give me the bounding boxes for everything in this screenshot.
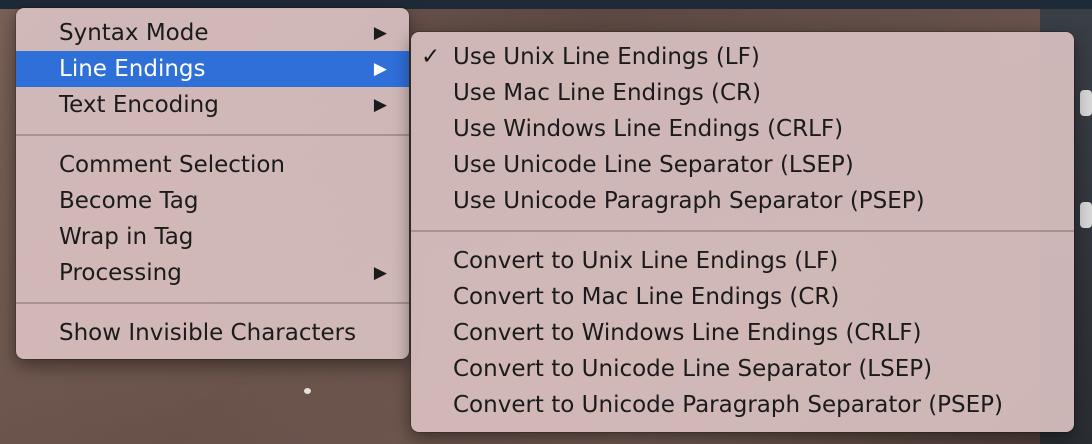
menu-item-label: Use Mac Line Endings (CR): [453, 80, 761, 106]
submenu-arrow-icon: ▶: [373, 263, 387, 283]
menu-item-label: Use Windows Line Endings (CRLF): [453, 116, 844, 142]
context-menu: Syntax Mode ▶ Line Endings ▶ Text Encodi…: [16, 8, 409, 359]
menu-item-label: Line Endings: [59, 56, 206, 82]
menu-item-label: Show Invisible Characters: [59, 320, 357, 346]
menu-item-label: Convert to Unicode Paragraph Separator (…: [453, 392, 1004, 418]
menu-item-convert-unicode-psep[interactable]: Convert to Unicode Paragraph Separator (…: [411, 387, 1074, 423]
menu-item-use-unicode-psep[interactable]: Use Unicode Paragraph Separator (PSEP): [411, 183, 1074, 219]
line-endings-submenu: ✓ Use Unix Line Endings (LF) Use Mac Lin…: [411, 32, 1074, 432]
submenu-arrow-icon: ▶: [373, 59, 387, 79]
desktop-speck: [304, 388, 311, 394]
menu-item-label: Convert to Unicode Line Separator (LSEP): [453, 356, 933, 382]
menu-item-label: Convert to Unix Line Endings (LF): [453, 248, 839, 274]
submenu-arrow-icon: ▶: [373, 23, 387, 43]
checkmark-icon: ✓: [421, 44, 441, 70]
menu-item-processing[interactable]: Processing ▶: [16, 255, 409, 291]
menu-item-label: Syntax Mode: [59, 20, 209, 46]
menu-item-label: Text Encoding: [59, 92, 219, 118]
menu-item-label: Use Unix Line Endings (LF): [453, 44, 760, 70]
menu-item-syntax-mode[interactable]: Syntax Mode ▶: [16, 15, 409, 51]
menu-item-label: Use Unicode Paragraph Separator (PSEP): [453, 188, 925, 214]
menu-item-line-endings[interactable]: Line Endings ▶: [16, 51, 409, 87]
menu-item-use-windows-crlf[interactable]: Use Windows Line Endings (CRLF): [411, 111, 1074, 147]
menu-item-use-mac-cr[interactable]: Use Mac Line Endings (CR): [411, 75, 1074, 111]
menu-item-convert-unicode-lsep[interactable]: Convert to Unicode Line Separator (LSEP): [411, 351, 1074, 387]
menu-item-label: Processing: [59, 260, 182, 286]
menu-item-label: Wrap in Tag: [59, 224, 194, 250]
menu-item-label: Convert to Mac Line Endings (CR): [453, 284, 840, 310]
menu-item-use-unix-lf[interactable]: ✓ Use Unix Line Endings (LF): [411, 39, 1074, 75]
menu-separator: [16, 123, 409, 147]
menu-item-text-encoding[interactable]: Text Encoding ▶: [16, 87, 409, 123]
scroll-knob: [1080, 90, 1092, 116]
menu-item-become-tag[interactable]: Become Tag: [16, 183, 409, 219]
menu-item-use-unicode-lsep[interactable]: Use Unicode Line Separator (LSEP): [411, 147, 1074, 183]
menu-item-show-invisible-characters[interactable]: Show Invisible Characters: [16, 315, 409, 351]
menu-item-label: Convert to Windows Line Endings (CRLF): [453, 320, 922, 346]
menu-item-label: Comment Selection: [59, 152, 285, 178]
menu-separator: [411, 219, 1074, 243]
menu-item-convert-unix-lf[interactable]: Convert to Unix Line Endings (LF): [411, 243, 1074, 279]
menu-item-convert-mac-cr[interactable]: Convert to Mac Line Endings (CR): [411, 279, 1074, 315]
menu-item-label: Become Tag: [59, 188, 199, 214]
menu-item-label: Use Unicode Line Separator (LSEP): [453, 152, 854, 178]
submenu-arrow-icon: ▶: [373, 95, 387, 115]
menu-item-comment-selection[interactable]: Comment Selection: [16, 147, 409, 183]
menu-item-convert-windows-crlf[interactable]: Convert to Windows Line Endings (CRLF): [411, 315, 1074, 351]
menu-item-wrap-in-tag[interactable]: Wrap in Tag: [16, 219, 409, 255]
menu-separator: [16, 291, 409, 315]
scroll-knob: [1080, 202, 1092, 228]
